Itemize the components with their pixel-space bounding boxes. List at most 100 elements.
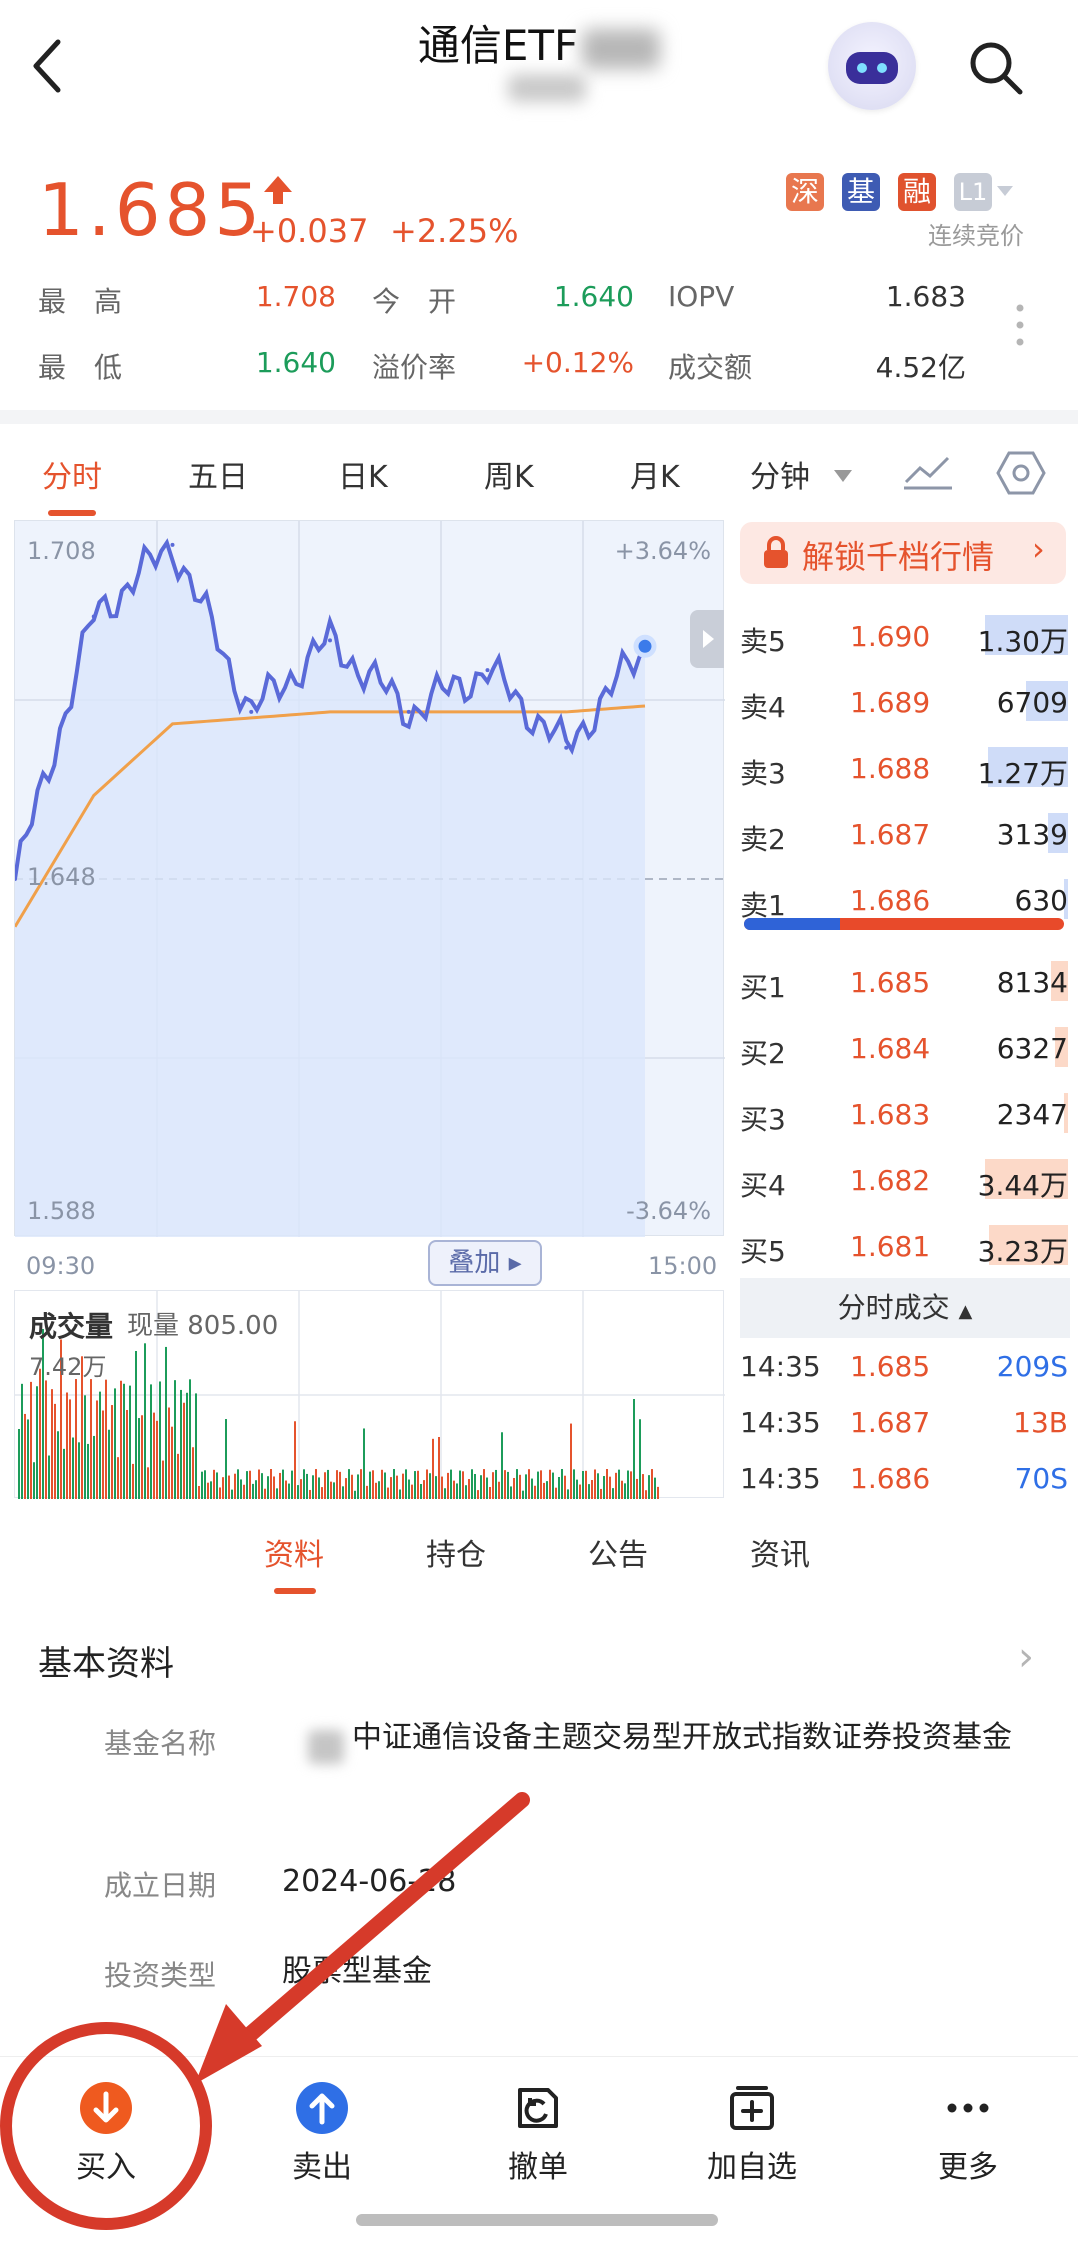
volume-bar [375, 1482, 377, 1499]
tick-trades-header[interactable]: 分时成交 ▲ [740, 1278, 1070, 1338]
section-divider [0, 410, 1078, 424]
volume-bar [477, 1490, 479, 1499]
volume-bar [390, 1477, 392, 1499]
volume-bar [558, 1476, 560, 1499]
volume-bar [600, 1488, 602, 1499]
buy-arrow-down-icon [80, 2082, 132, 2134]
sell-level-label: 卖4 [740, 691, 786, 724]
chart-tab[interactable]: 分钟 [750, 452, 810, 496]
unlock-depth-button[interactable]: 解锁千档行情 › [740, 522, 1066, 584]
volume-bar [387, 1487, 389, 1499]
volume-bar [48, 1455, 50, 1499]
volume-bar [147, 1467, 149, 1499]
volume-bar [165, 1346, 167, 1499]
volume-bar [231, 1489, 233, 1499]
chart-tab[interactable]: 日K [338, 452, 388, 496]
volume-bar [648, 1475, 650, 1499]
buy-button[interactable]: 买入 [36, 2080, 176, 2186]
add-watchlist-label: 加自选 [707, 2150, 797, 2185]
chevron-down-icon[interactable] [834, 470, 852, 484]
buy-level-qty: 3.23万 [977, 1235, 1068, 1268]
volume-bar [24, 1413, 26, 1499]
lock-icon [764, 536, 788, 568]
overlay-button[interactable]: 叠加 ▸ [428, 1240, 542, 1286]
volume-bar [252, 1483, 254, 1499]
sell-button[interactable]: 卖出 [252, 2080, 392, 2186]
volume-bar [372, 1470, 374, 1499]
stat-value: 4.52亿 [875, 351, 966, 384]
volume-bar [216, 1472, 218, 1499]
volume-bar [381, 1469, 383, 1499]
cancel-order-icon [518, 2088, 558, 2128]
detail-tab[interactable]: 公告 [588, 1530, 648, 1574]
sell-level-price: 1.689 [850, 686, 931, 719]
chevron-right-icon[interactable]: › [1018, 1634, 1034, 1680]
volume-chart[interactable]: 成交量 现量 805.00 7.42万 [14, 1290, 725, 1499]
volume-bar [525, 1474, 527, 1499]
volume-bar [357, 1474, 359, 1499]
chart-tab[interactable]: 五日 [188, 452, 248, 496]
fund-name-label: 基金名称 [104, 1727, 217, 1760]
sell-level-qty: 1.27万 [977, 757, 1068, 790]
volume-bar [198, 1485, 200, 1499]
volume-bar [594, 1469, 596, 1499]
detail-tab[interactable]: 资讯 [750, 1530, 810, 1574]
chart-tab[interactable]: 周K [484, 452, 534, 496]
indicator-line-icon[interactable] [902, 452, 954, 492]
chevron-down-icon[interactable] [997, 186, 1013, 198]
volume-bar [126, 1409, 128, 1499]
volume-bar [330, 1481, 332, 1499]
volume-bar [300, 1479, 302, 1499]
volume-bar [153, 1412, 155, 1499]
volume-bar [288, 1483, 290, 1499]
volume-bar [192, 1447, 194, 1499]
detail-tab[interactable]: 持仓 [426, 1530, 486, 1574]
more-vertical-icon[interactable] [1012, 300, 1028, 350]
detail-tab[interactable]: 资料 [264, 1530, 324, 1574]
market-tag: L1 [954, 173, 992, 211]
volume-bar [618, 1469, 620, 1499]
buy-level-qty: 2347 [996, 1098, 1068, 1131]
volume-bar [612, 1488, 614, 1499]
price-area [15, 542, 645, 1237]
search-icon[interactable] [966, 38, 1026, 98]
buy-level-qty: 3.44万 [977, 1169, 1068, 1202]
sell-level-label: 卖2 [740, 823, 786, 856]
volume-bar [189, 1379, 191, 1499]
buy-label: 买入 [76, 2150, 136, 2185]
add-watchlist-button[interactable]: 加自选 [682, 2080, 822, 2186]
volume-bar [294, 1421, 296, 1499]
settings-hexagon-icon[interactable] [996, 450, 1046, 496]
volume-bar [273, 1476, 275, 1499]
stat-value: 1.708 [255, 280, 336, 313]
robot-assistant-icon[interactable] [828, 22, 916, 110]
volume-bar [207, 1482, 209, 1499]
volume-bar [642, 1474, 644, 1499]
volume-bar [54, 1403, 56, 1499]
intraday-chart[interactable]: 1.708 1.648 1.588 +3.64% -3.64% [14, 520, 725, 1237]
volume-bar [420, 1483, 422, 1499]
volume-bar [513, 1477, 515, 1499]
volume-bar [75, 1379, 77, 1499]
volume-bar [21, 1383, 23, 1499]
latest-price-dot [633, 634, 657, 658]
volume-bar [504, 1470, 506, 1499]
more-button[interactable]: 更多 [898, 2080, 1038, 2186]
price-point [328, 638, 332, 643]
volume-bar [546, 1481, 548, 1499]
cancel-order-button[interactable]: 撤单 [468, 2080, 608, 2186]
volume-bar [363, 1428, 365, 1499]
volume-bar [63, 1448, 65, 1499]
sell-level-qty: 3139 [996, 818, 1068, 851]
add-watchlist-icon [730, 2086, 774, 2130]
orderbook-toggle-handle[interactable] [690, 610, 724, 668]
volume-bar [249, 1470, 251, 1499]
chart-tab[interactable]: 分时 [42, 452, 102, 496]
chart-tab[interactable]: 月K [630, 452, 680, 496]
volume-bar [219, 1487, 221, 1499]
volume-bar [114, 1388, 116, 1499]
volume-bar [120, 1380, 122, 1499]
volume-bar [627, 1470, 629, 1499]
stat-value: +0.12% [521, 346, 634, 379]
volume-bar [507, 1471, 509, 1499]
